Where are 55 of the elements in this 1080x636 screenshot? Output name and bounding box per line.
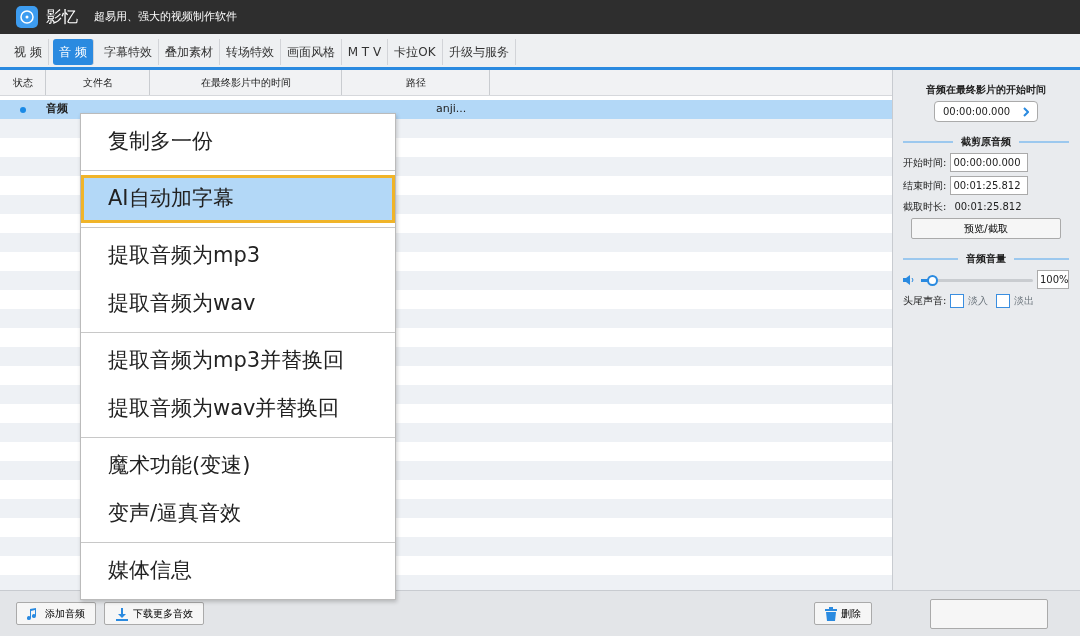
column-header: 在最终影片中的时间 <box>150 70 342 95</box>
panel-title: 音频在最终影片的开始时间 <box>925 83 1047 97</box>
bottom-button[interactable]: 添加音频 <box>16 602 96 625</box>
bottom-button[interactable]: 删除 <box>814 602 872 625</box>
speaker-icon <box>903 272 917 287</box>
field-label: 截取时长: <box>903 200 947 214</box>
section-title: 截剪原音频 <box>903 134 1069 149</box>
column-header: 文件名 <box>46 70 150 95</box>
logo-icon <box>16 6 38 28</box>
menu-item[interactable]: 复制多一份 <box>81 118 395 166</box>
menu-item[interactable]: 变声/逼真音效 <box>81 490 395 538</box>
field-value: 00:01:25.812 <box>954 200 1022 214</box>
window-title: 影忆 <box>46 6 78 28</box>
field-label: 结束时间: <box>903 179 947 193</box>
menu-item[interactable]: 提取音频为wav <box>81 280 395 328</box>
time-value: 00:00:00.000 <box>943 105 1011 119</box>
download-icon <box>115 606 129 621</box>
volume-field[interactable]: 100% <box>1037 270 1069 289</box>
tab[interactable]: 叠加素材 <box>158 38 220 65</box>
menu-item[interactable]: 提取音频为wav并替换回 <box>81 385 395 433</box>
preview-button[interactable]: 预览/截取 <box>911 218 1061 239</box>
window-subtitle: 超易用、强大的视频制作软件 <box>94 8 237 25</box>
action-button[interactable] <box>930 598 1048 629</box>
menu-item[interactable]: AI自动加字幕 <box>81 175 395 223</box>
checkbox[interactable] <box>950 293 965 308</box>
tab[interactable]: 字幕特效 <box>97 38 159 65</box>
input-field[interactable]: 00:00:00.000 <box>950 153 1029 172</box>
table-cell: anji... <box>436 101 467 118</box>
time-field[interactable]: 00:00:00.000 <box>934 101 1038 122</box>
tab[interactable]: 画面风格 <box>280 38 342 65</box>
input-field[interactable]: 00:01:25.812 <box>950 176 1029 195</box>
volume-slider[interactable] <box>921 273 1033 286</box>
column-header: 状态 <box>0 70 46 95</box>
checkbox-label: 淡入 <box>968 294 989 308</box>
tab[interactable]: 转场特效 <box>219 38 281 65</box>
menu-item[interactable]: 魔术功能(变速) <box>81 442 395 490</box>
tab[interactable]: 升级与服务 <box>442 38 516 65</box>
chevron-right-icon <box>1023 104 1029 119</box>
field-label: 开始时间: <box>903 156 947 170</box>
column-header: 路径 <box>342 70 490 95</box>
tab[interactable]: 视 频 <box>8 38 49 65</box>
bottom-button[interactable]: 下载更多音效 <box>104 602 204 625</box>
tab[interactable]: 卡拉OK <box>388 38 443 65</box>
status-dot <box>20 106 26 113</box>
menu-item[interactable]: 媒体信息 <box>81 547 395 595</box>
section-title: 音频音量 <box>903 251 1069 266</box>
table-cell-text: 音频 <box>46 101 69 118</box>
menu-item[interactable]: 提取音频为mp3并替换回 <box>81 337 395 385</box>
trash-icon <box>825 606 837 621</box>
menu-item[interactable]: 提取音频为mp3 <box>81 232 395 280</box>
checkbox[interactable] <box>996 293 1011 308</box>
checkbox-label: 淡出 <box>1014 294 1035 308</box>
tab[interactable]: M T V <box>341 38 389 65</box>
field-label: 头尾声音: <box>903 294 947 308</box>
tab[interactable]: 音 频 <box>52 38 94 65</box>
